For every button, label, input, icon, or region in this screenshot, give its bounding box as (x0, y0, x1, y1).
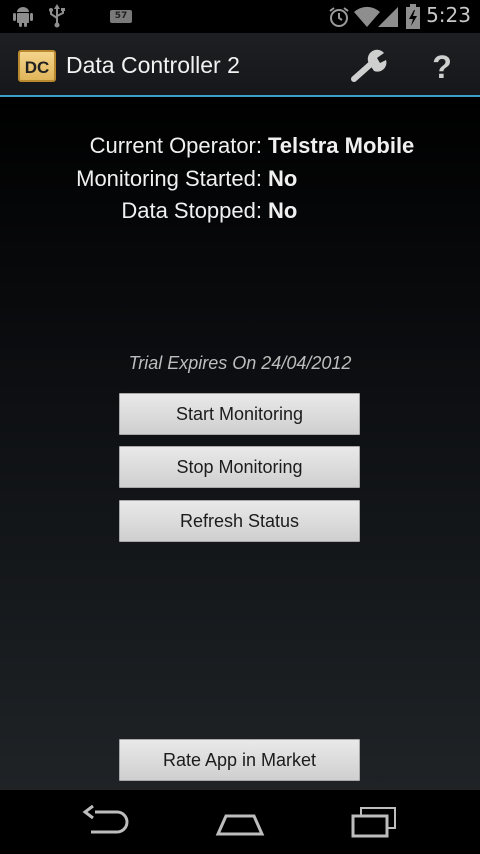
main-content: Current Operator: Telstra Mobile Monitor… (0, 97, 480, 790)
android-debug-icon (12, 5, 34, 32)
trial-expiry-text: Trial Expires On 24/04/2012 (128, 353, 352, 373)
data-stopped-row: Data Stopped: No (0, 198, 480, 228)
home-button[interactable] (210, 804, 270, 840)
signal-icon (378, 6, 400, 33)
wrench-icon (344, 49, 392, 93)
wifi-icon (354, 6, 380, 33)
refresh-status-button[interactable]: Refresh Status (119, 500, 360, 542)
notification-count-badge: 57 (110, 10, 132, 23)
monitoring-row: Monitoring Started: No (0, 166, 480, 196)
status-bar: 57 5:23 (0, 0, 480, 33)
monitoring-value: No (268, 166, 298, 191)
data-stopped-value: No (268, 198, 298, 223)
help-icon: ? (432, 49, 452, 85)
operator-row: Current Operator: Telstra Mobile (0, 133, 480, 163)
back-button[interactable] (77, 804, 137, 840)
help-button[interactable]: ? (420, 44, 464, 90)
navigation-bar (0, 790, 480, 854)
operator-label: Current Operator: (89, 133, 262, 158)
back-icon (77, 804, 137, 844)
app-title: Data Controller 2 (66, 52, 240, 78)
data-stopped-label: Data Stopped: (121, 198, 262, 223)
rate-app-button[interactable]: Rate App in Market (119, 739, 360, 781)
app-logo-icon[interactable]: DC (18, 50, 56, 82)
usb-icon (46, 4, 68, 33)
start-monitoring-button[interactable]: Start Monitoring (119, 393, 360, 435)
recent-apps-button[interactable] (345, 804, 405, 840)
settings-button[interactable] (344, 45, 392, 89)
monitoring-label: Monitoring Started: (76, 166, 262, 191)
battery-charging-icon (406, 4, 420, 35)
screen: 57 5:23 DC Data Controller 2 ? Current O… (0, 0, 480, 854)
operator-value: Telstra Mobile (268, 133, 415, 158)
stop-monitoring-button[interactable]: Stop Monitoring (119, 446, 360, 488)
alarm-icon (328, 6, 350, 33)
home-icon (210, 814, 270, 844)
recent-apps-icon (345, 807, 405, 844)
clock-time: 5:23 (426, 3, 471, 27)
